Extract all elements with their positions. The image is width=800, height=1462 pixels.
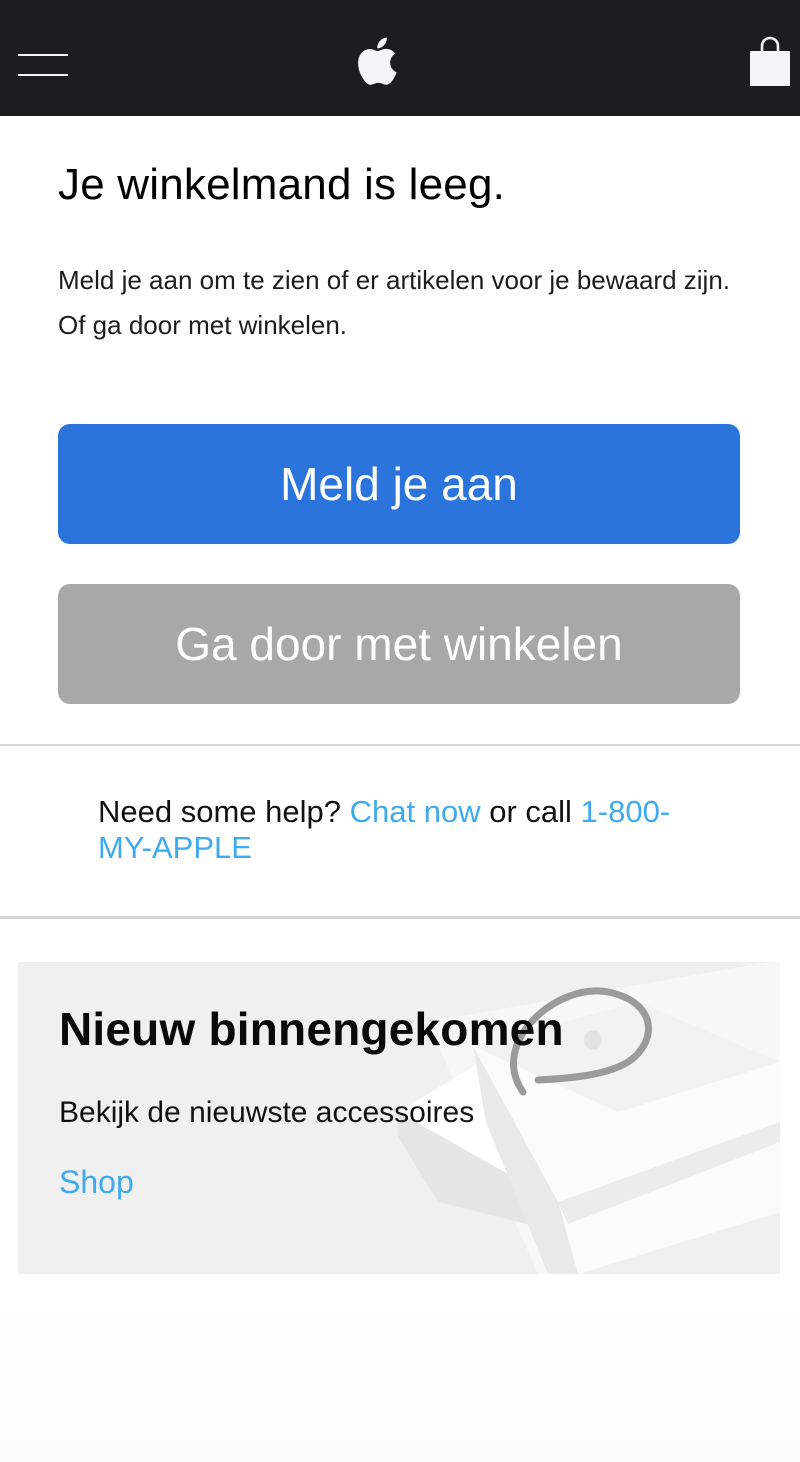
page-title: Je winkelmand is leeg.	[58, 160, 506, 209]
help-text: Need some help? Chat now or call 1-800-M…	[98, 794, 718, 866]
cart-empty-message: Meld je aan om te zien of er artikelen v…	[58, 265, 731, 340]
promo-subtitle: Bekijk de nieuwste accessoires	[59, 1096, 475, 1129]
hamburger-menu-icon[interactable]	[18, 52, 68, 78]
page-footer-space	[0, 1300, 800, 1462]
help-prefix: Need some help?	[98, 794, 341, 829]
help-middle: or call	[489, 794, 572, 829]
promo-tile: Nieuw binnengekomen Bekijk de nieuwste a…	[18, 962, 780, 1274]
continue-shopping-button[interactable]: Ga door met winkelen	[58, 584, 740, 704]
apple-logo-icon[interactable]	[352, 34, 398, 88]
chat-now-link[interactable]: Chat now	[350, 794, 481, 829]
promo-title: Nieuw binnengekomen	[59, 1003, 564, 1055]
global-nav	[0, 0, 800, 116]
shopping-bag-icon[interactable]	[748, 34, 792, 88]
divider	[0, 916, 800, 919]
shop-link[interactable]: Shop	[59, 1164, 134, 1201]
sign-in-button[interactable]: Meld je aan	[58, 424, 740, 544]
divider	[0, 744, 800, 746]
